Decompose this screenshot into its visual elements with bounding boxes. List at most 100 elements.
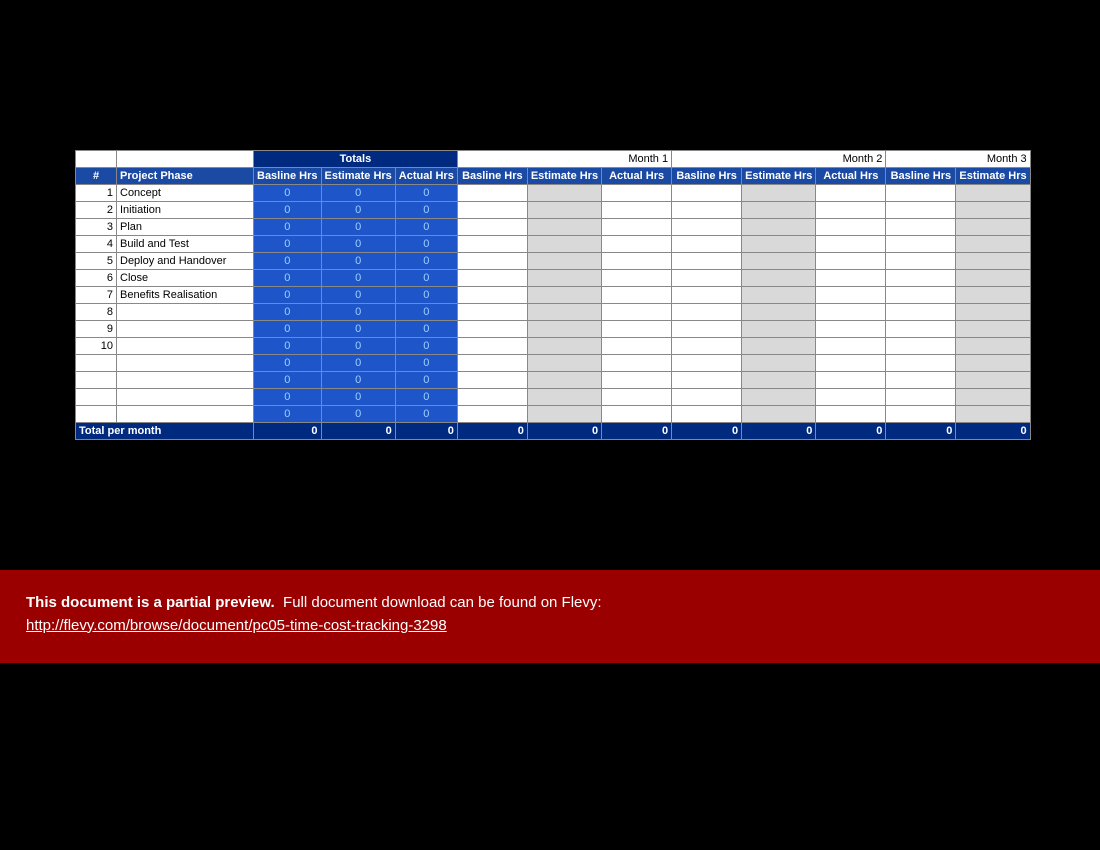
row-number[interactable]: 7 bbox=[76, 287, 117, 304]
month-cell[interactable] bbox=[816, 406, 886, 423]
month-cell[interactable] bbox=[527, 185, 601, 202]
month-cell[interactable] bbox=[672, 304, 742, 321]
month-cell[interactable] bbox=[956, 219, 1030, 236]
month-cell[interactable] bbox=[672, 202, 742, 219]
row-number[interactable]: 10 bbox=[76, 338, 117, 355]
month-cell[interactable] bbox=[816, 202, 886, 219]
row-phase[interactable]: Build and Test bbox=[117, 236, 254, 253]
row-number[interactable]: 5 bbox=[76, 253, 117, 270]
banner-link[interactable]: http://flevy.com/browse/document/pc05-ti… bbox=[26, 617, 447, 634]
month-cell[interactable] bbox=[886, 236, 956, 253]
month-cell[interactable] bbox=[886, 321, 956, 338]
month-cell[interactable] bbox=[457, 389, 527, 406]
month-cell[interactable] bbox=[527, 304, 601, 321]
month-cell[interactable] bbox=[672, 236, 742, 253]
month-cell[interactable] bbox=[457, 304, 527, 321]
month-cell[interactable] bbox=[672, 406, 742, 423]
month-cell[interactable] bbox=[457, 219, 527, 236]
month-cell[interactable] bbox=[672, 185, 742, 202]
month-cell[interactable] bbox=[742, 389, 816, 406]
month-cell[interactable] bbox=[956, 287, 1030, 304]
month-cell[interactable] bbox=[816, 270, 886, 287]
month-cell[interactable] bbox=[527, 253, 601, 270]
month-cell[interactable] bbox=[956, 202, 1030, 219]
month-cell[interactable] bbox=[457, 202, 527, 219]
month-cell[interactable] bbox=[457, 338, 527, 355]
month-cell[interactable] bbox=[816, 338, 886, 355]
month-cell[interactable] bbox=[742, 338, 816, 355]
row-phase[interactable]: Benefits Realisation bbox=[117, 287, 254, 304]
month-cell[interactable] bbox=[816, 253, 886, 270]
row-number[interactable] bbox=[76, 389, 117, 406]
month-cell[interactable] bbox=[742, 321, 816, 338]
month-cell[interactable] bbox=[602, 270, 672, 287]
month-cell[interactable] bbox=[602, 372, 672, 389]
month-cell[interactable] bbox=[816, 236, 886, 253]
row-phase[interactable] bbox=[117, 338, 254, 355]
month-cell[interactable] bbox=[742, 304, 816, 321]
month-cell[interactable] bbox=[816, 185, 886, 202]
month-cell[interactable] bbox=[886, 185, 956, 202]
month-cell[interactable] bbox=[602, 236, 672, 253]
row-phase[interactable]: Close bbox=[117, 270, 254, 287]
month-cell[interactable] bbox=[602, 287, 672, 304]
row-phase[interactable] bbox=[117, 406, 254, 423]
month-cell[interactable] bbox=[457, 185, 527, 202]
row-phase[interactable] bbox=[117, 355, 254, 372]
month-cell[interactable] bbox=[816, 389, 886, 406]
month-cell[interactable] bbox=[742, 372, 816, 389]
month-cell[interactable] bbox=[527, 338, 601, 355]
month-cell[interactable] bbox=[742, 270, 816, 287]
month-cell[interactable] bbox=[672, 389, 742, 406]
month-cell[interactable] bbox=[742, 202, 816, 219]
month-cell[interactable] bbox=[457, 236, 527, 253]
month-cell[interactable] bbox=[602, 355, 672, 372]
month-cell[interactable] bbox=[602, 185, 672, 202]
month-cell[interactable] bbox=[886, 406, 956, 423]
month-cell[interactable] bbox=[956, 270, 1030, 287]
month-cell[interactable] bbox=[602, 389, 672, 406]
month-cell[interactable] bbox=[956, 304, 1030, 321]
month-cell[interactable] bbox=[886, 202, 956, 219]
month-cell[interactable] bbox=[602, 253, 672, 270]
month-cell[interactable] bbox=[602, 338, 672, 355]
month-cell[interactable] bbox=[742, 185, 816, 202]
month-cell[interactable] bbox=[527, 321, 601, 338]
month-cell[interactable] bbox=[602, 202, 672, 219]
month-cell[interactable] bbox=[672, 253, 742, 270]
month-cell[interactable] bbox=[886, 372, 956, 389]
month-cell[interactable] bbox=[956, 338, 1030, 355]
month-cell[interactable] bbox=[457, 355, 527, 372]
month-cell[interactable] bbox=[527, 270, 601, 287]
row-phase[interactable]: Deploy and Handover bbox=[117, 253, 254, 270]
month-cell[interactable] bbox=[816, 355, 886, 372]
month-cell[interactable] bbox=[527, 389, 601, 406]
month-cell[interactable] bbox=[457, 287, 527, 304]
month-cell[interactable] bbox=[457, 372, 527, 389]
month-cell[interactable] bbox=[602, 219, 672, 236]
month-cell[interactable] bbox=[672, 355, 742, 372]
month-cell[interactable] bbox=[672, 338, 742, 355]
month-cell[interactable] bbox=[602, 406, 672, 423]
month-cell[interactable] bbox=[602, 304, 672, 321]
month-cell[interactable] bbox=[672, 321, 742, 338]
row-phase[interactable] bbox=[117, 372, 254, 389]
month-cell[interactable] bbox=[886, 355, 956, 372]
month-cell[interactable] bbox=[672, 270, 742, 287]
month-cell[interactable] bbox=[457, 321, 527, 338]
month-cell[interactable] bbox=[742, 355, 816, 372]
row-number[interactable]: 6 bbox=[76, 270, 117, 287]
month-cell[interactable] bbox=[527, 355, 601, 372]
month-cell[interactable] bbox=[816, 372, 886, 389]
month-cell[interactable] bbox=[527, 406, 601, 423]
month-cell[interactable] bbox=[457, 270, 527, 287]
month-cell[interactable] bbox=[742, 406, 816, 423]
month-cell[interactable] bbox=[816, 287, 886, 304]
month-cell[interactable] bbox=[956, 372, 1030, 389]
row-phase[interactable] bbox=[117, 389, 254, 406]
row-number[interactable] bbox=[76, 372, 117, 389]
month-cell[interactable] bbox=[956, 389, 1030, 406]
month-cell[interactable] bbox=[956, 236, 1030, 253]
month-cell[interactable] bbox=[886, 253, 956, 270]
month-cell[interactable] bbox=[527, 372, 601, 389]
